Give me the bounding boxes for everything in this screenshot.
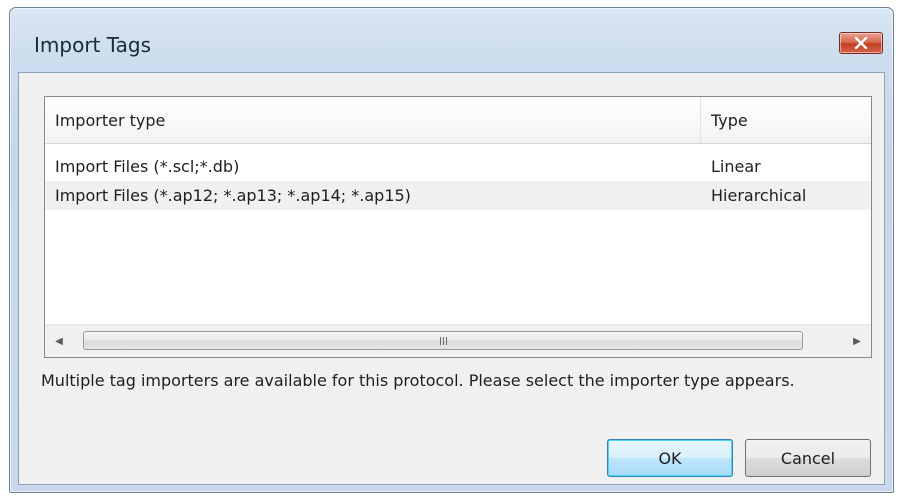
scroll-right-arrow-icon[interactable]: ▶ (849, 333, 865, 349)
importer-cell: Import Files (*.ap12; *.ap13; *.ap14; *.… (55, 186, 411, 205)
cancel-button[interactable]: Cancel (745, 439, 871, 477)
list-item[interactable]: Import Files (*.ap12; *.ap13; *.ap14; *.… (45, 181, 871, 210)
importer-list[interactable]: Importer type Type Import Files (*.scl;*… (44, 96, 872, 358)
ok-button[interactable]: OK (607, 439, 733, 477)
scrollbar-thumb[interactable] (83, 331, 803, 350)
scroll-left-arrow-icon[interactable]: ◀ (51, 333, 67, 349)
scroll-grip-icon (439, 336, 447, 345)
close-button[interactable] (839, 32, 883, 54)
horizontal-scrollbar[interactable]: ◀ ▶ (45, 324, 871, 357)
importer-cell: Import Files (*.scl;*.db) (55, 157, 240, 176)
title-bar[interactable]: Import Tags (10, 8, 893, 78)
dialog-title: Import Tags (34, 33, 152, 57)
instruction-text: Multiple tag importers are available for… (41, 371, 795, 390)
list-header: Importer type Type (45, 97, 871, 144)
type-cell: Hierarchical (711, 186, 807, 205)
close-x-icon (854, 37, 868, 49)
column-header-type[interactable]: Type (701, 97, 871, 143)
dialog-client-area: Importer type Type Import Files (*.scl;*… (18, 72, 885, 485)
column-header-importer-type[interactable]: Importer type (45, 97, 701, 143)
import-tags-dialog: Import Tags Importer type Type Import Fi… (9, 7, 894, 493)
type-cell: Linear (711, 157, 761, 176)
list-item[interactable]: Import Files (*.scl;*.db) Linear (45, 152, 871, 181)
